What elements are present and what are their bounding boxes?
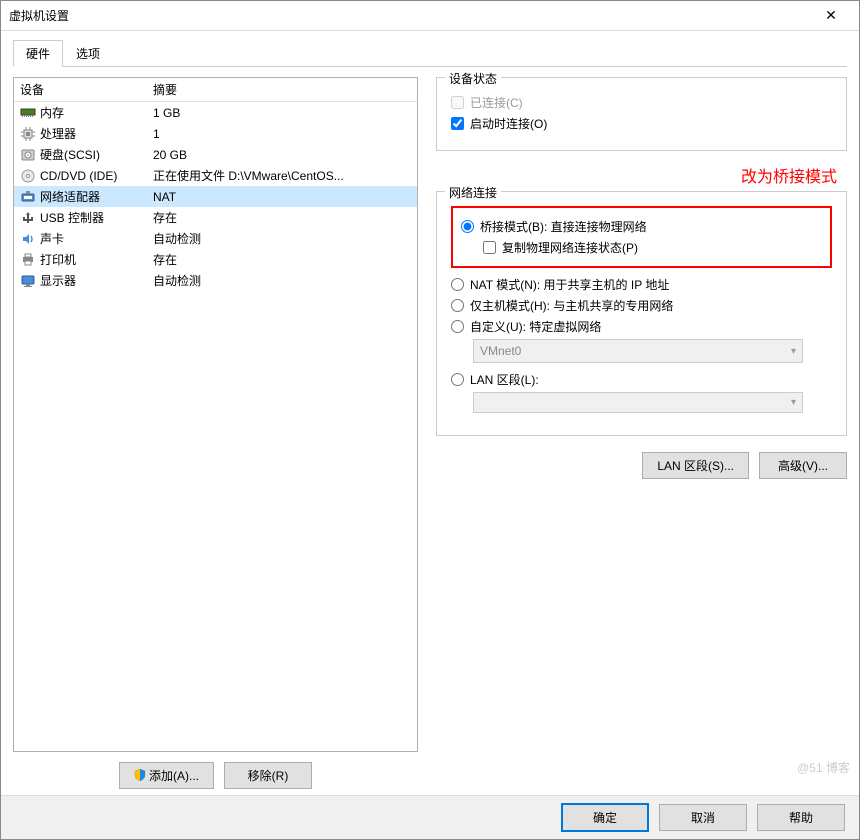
connected-checkbox	[451, 96, 464, 109]
nat-radio[interactable]	[451, 278, 464, 291]
device-row-cpu[interactable]: 处理器1	[14, 123, 417, 144]
cancel-button[interactable]: 取消	[659, 804, 747, 831]
memory-icon	[18, 104, 38, 122]
device-summary: 存在	[149, 209, 417, 226]
close-button[interactable]: ✕	[811, 2, 851, 30]
custom-row[interactable]: 自定义(U): 特定虚拟网络	[451, 318, 832, 335]
replicate-label: 复制物理网络连接状态(P)	[502, 239, 638, 256]
device-summary: 1	[149, 127, 417, 141]
device-name: 处理器	[38, 125, 149, 142]
bridged-row[interactable]: 桥接模式(B): 直接连接物理网络	[461, 218, 822, 235]
header-device[interactable]: 设备	[14, 81, 149, 98]
device-name: 显示器	[38, 272, 149, 289]
custom-radio[interactable]	[451, 320, 464, 333]
bridged-radio[interactable]	[461, 220, 474, 233]
lan-segment-row[interactable]: LAN 区段(L):	[451, 371, 832, 388]
hostonly-label: 仅主机模式(H): 与主机共享的专用网络	[470, 297, 673, 314]
monitor-icon	[18, 272, 38, 290]
connected-label: 已连接(C)	[470, 94, 523, 111]
device-summary: 1 GB	[149, 106, 417, 120]
add-button-label: 添加(A)...	[149, 769, 199, 783]
device-row-sound[interactable]: 声卡自动检测	[14, 228, 417, 249]
device-name: 硬盘(SCSI)	[38, 146, 149, 163]
chevron-down-icon: ▾	[791, 346, 796, 357]
device-summary: 自动检测	[149, 230, 417, 247]
custom-select: VMnet0 ▾	[473, 339, 803, 363]
content-area: 硬件 选项 设备 摘要 内存1 GB处理器1硬盘(SCSI)20 GBCD/DV…	[1, 31, 859, 795]
advanced-button[interactable]: 高级(V)...	[759, 452, 847, 479]
device-row-memory[interactable]: 内存1 GB	[14, 102, 417, 123]
device-row-cd[interactable]: CD/DVD (IDE)正在使用文件 D:\VMware\CentOS...	[14, 165, 417, 186]
vm-settings-window: 虚拟机设置 ✕ 硬件 选项 设备 摘要 内存1 GB处理器1硬盘(SCSI)20…	[0, 0, 860, 840]
device-summary: 存在	[149, 251, 417, 268]
device-row-monitor[interactable]: 显示器自动检测	[14, 270, 417, 291]
nat-label: NAT 模式(N): 用于共享主机的 IP 地址	[470, 276, 669, 293]
panel-row: 设备 摘要 内存1 GB处理器1硬盘(SCSI)20 GBCD/DVD (IDE…	[13, 67, 847, 795]
left-panel: 设备 摘要 内存1 GB处理器1硬盘(SCSI)20 GBCD/DVD (IDE…	[13, 77, 418, 795]
connect-power-on-row[interactable]: 启动时连接(O)	[451, 115, 832, 132]
device-name: 网络适配器	[38, 188, 149, 205]
lan-segment-label: LAN 区段(L):	[470, 371, 539, 388]
device-rows: 内存1 GB处理器1硬盘(SCSI)20 GBCD/DVD (IDE)正在使用文…	[14, 102, 417, 751]
device-list: 设备 摘要 内存1 GB处理器1硬盘(SCSI)20 GBCD/DVD (IDE…	[13, 77, 418, 752]
tab-strip: 硬件 选项	[13, 39, 847, 67]
hostonly-row[interactable]: 仅主机模式(H): 与主机共享的专用网络	[451, 297, 832, 314]
lan-segment-select: ▾	[473, 392, 803, 413]
printer-icon	[18, 251, 38, 269]
remove-button[interactable]: 移除(R)	[224, 762, 312, 789]
device-summary: 20 GB	[149, 148, 417, 162]
device-status-group: 设备状态 已连接(C) 启动时连接(O)	[436, 77, 847, 151]
window-title: 虚拟机设置	[9, 7, 811, 24]
device-name: 声卡	[38, 230, 149, 247]
list-header: 设备 摘要	[14, 78, 417, 102]
network-group: 网络连接 桥接模式(B): 直接连接物理网络 复制物理网络连接状态(P)	[436, 191, 847, 436]
nat-row[interactable]: NAT 模式(N): 用于共享主机的 IP 地址	[451, 276, 832, 293]
cd-icon	[18, 167, 38, 185]
device-status-title: 设备状态	[445, 70, 501, 87]
tab-options[interactable]: 选项	[63, 40, 113, 67]
replicate-row[interactable]: 复制物理网络连接状态(P)	[483, 239, 822, 256]
device-name: 内存	[38, 104, 149, 121]
lan-segments-button[interactable]: LAN 区段(S)...	[642, 452, 749, 479]
device-row-usb[interactable]: USB 控制器存在	[14, 207, 417, 228]
usb-icon	[18, 209, 38, 227]
device-summary: 自动检测	[149, 272, 417, 289]
connect-power-on-label: 启动时连接(O)	[470, 115, 547, 132]
ok-button[interactable]: 确定	[561, 803, 649, 832]
hostonly-radio[interactable]	[451, 299, 464, 312]
device-name: USB 控制器	[38, 209, 149, 226]
footer: 确定 取消 帮助	[1, 795, 859, 839]
chevron-down-icon: ▾	[791, 397, 796, 408]
lan-segment-radio[interactable]	[451, 373, 464, 386]
header-summary[interactable]: 摘要	[149, 81, 417, 98]
right-panel: 设备状态 已连接(C) 启动时连接(O) 改为桥接模式 网络连接	[436, 77, 847, 795]
add-button[interactable]: 添加(A)...	[119, 762, 214, 789]
device-summary: 正在使用文件 D:\VMware\CentOS...	[149, 167, 417, 184]
device-row-net[interactable]: 网络适配器NAT	[14, 186, 417, 207]
hdd-icon	[18, 146, 38, 164]
bridged-label: 桥接模式(B): 直接连接物理网络	[480, 218, 647, 235]
custom-label: 自定义(U): 特定虚拟网络	[470, 318, 601, 335]
sound-icon	[18, 230, 38, 248]
tab-hardware[interactable]: 硬件	[13, 40, 63, 67]
network-title: 网络连接	[445, 184, 501, 201]
device-summary: NAT	[149, 190, 417, 204]
help-button[interactable]: 帮助	[757, 804, 845, 831]
watermark: @51 博客	[797, 759, 850, 776]
connect-power-on-checkbox[interactable]	[451, 117, 464, 130]
cpu-icon	[18, 125, 38, 143]
device-row-hdd[interactable]: 硬盘(SCSI)20 GB	[14, 144, 417, 165]
connected-row: 已连接(C)	[451, 94, 832, 111]
custom-select-value: VMnet0	[480, 344, 521, 358]
device-name: 打印机	[38, 251, 149, 268]
annotation-highlight: 桥接模式(B): 直接连接物理网络 复制物理网络连接状态(P)	[451, 206, 832, 268]
titlebar: 虚拟机设置 ✕	[1, 1, 859, 31]
net-icon	[18, 188, 38, 206]
right-bottom-buttons: LAN 区段(S)... 高级(V)...	[436, 448, 847, 485]
left-buttons: 添加(A)... 移除(R)	[13, 752, 418, 795]
device-row-printer[interactable]: 打印机存在	[14, 249, 417, 270]
replicate-checkbox[interactable]	[483, 241, 496, 254]
shield-icon	[134, 769, 146, 781]
device-name: CD/DVD (IDE)	[38, 169, 149, 183]
